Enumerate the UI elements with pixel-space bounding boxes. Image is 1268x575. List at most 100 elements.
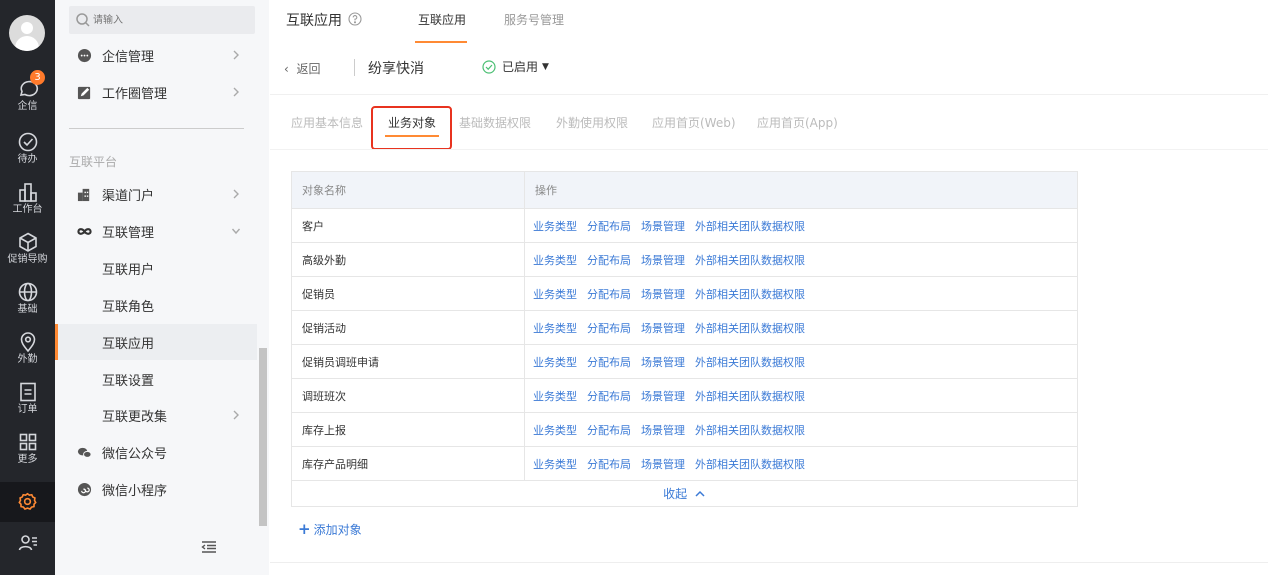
sidebar-item-interconnect-users[interactable]: 互联用户 xyxy=(55,250,257,286)
scene-management-link[interactable]: 场景管理 xyxy=(641,254,685,267)
rail-item-settings[interactable] xyxy=(0,482,55,522)
assign-layout-link[interactable]: 分配布局 xyxy=(587,322,631,335)
assign-layout-link[interactable]: 分配布局 xyxy=(587,458,631,471)
miniprogram-icon xyxy=(77,482,92,497)
business-type-link[interactable]: 业务类型 xyxy=(533,458,577,471)
external-team-data-permission-link[interactable]: 外部相关团队数据权限 xyxy=(695,424,805,437)
user-avatar[interactable] xyxy=(9,15,45,51)
assign-layout-link[interactable]: 分配布局 xyxy=(587,288,631,301)
back-button[interactable]: ‹ 返回 xyxy=(284,60,320,77)
scene-management-link[interactable]: 场景管理 xyxy=(641,424,685,437)
gear-icon xyxy=(18,492,37,510)
scene-management-link[interactable]: 场景管理 xyxy=(641,356,685,369)
status-dropdown[interactable]: 已启用 ▼ xyxy=(482,58,549,75)
tab-service-account[interactable]: 服务号管理 xyxy=(504,11,564,28)
rail-item-workbench[interactable]: 工作台 xyxy=(0,181,55,216)
rail-item-promotion[interactable]: 促销导购 xyxy=(0,231,55,266)
external-team-data-permission-link[interactable]: 外部相关团队数据权限 xyxy=(695,356,805,369)
external-team-data-permission-link[interactable]: 外部相关团队数据权限 xyxy=(695,254,805,267)
tab-interconnect-apps[interactable]: 互联应用 xyxy=(418,11,466,28)
scene-management-link[interactable]: 场景管理 xyxy=(641,288,685,301)
business-type-link[interactable]: 业务类型 xyxy=(533,390,577,403)
contacts-icon xyxy=(18,535,37,551)
rail-item-more[interactable]: 更多 xyxy=(0,431,55,466)
assign-layout-link[interactable]: 分配布局 xyxy=(587,220,631,233)
sidebar-item-label: 互联管理 xyxy=(102,226,155,241)
business-type-link[interactable]: 业务类型 xyxy=(533,288,577,301)
sidebar-item-channel-portal[interactable]: 渠道门户 xyxy=(55,176,257,212)
sidebar-item-interconnect-management[interactable]: 互联管理 xyxy=(55,213,257,249)
collapse-button[interactable]: 收起 xyxy=(291,480,1078,507)
subtab-basic-info[interactable]: 应用基本信息 xyxy=(291,114,363,131)
scene-management-link[interactable]: 场景管理 xyxy=(641,220,685,233)
rail-label: 促销导购 xyxy=(7,254,48,265)
external-team-data-permission-link[interactable]: 外部相关团队数据权限 xyxy=(695,220,805,233)
rail-item-contacts[interactable] xyxy=(0,532,55,554)
divider xyxy=(354,59,355,76)
assign-layout-link[interactable]: 分配布局 xyxy=(587,390,631,403)
scene-management-link[interactable]: 场景管理 xyxy=(641,458,685,471)
rail-item-todo[interactable]: 待办 xyxy=(0,131,55,166)
collapse-sidebar-icon[interactable] xyxy=(201,540,217,554)
object-name-cell: 高级外勤 xyxy=(291,242,525,277)
assign-layout-link[interactable]: 分配布局 xyxy=(587,356,631,369)
sidebar-item-label: 渠道门户 xyxy=(102,189,155,204)
subtab-web-home[interactable]: 应用首页(Web) xyxy=(652,114,736,131)
sidebar-item-label: 互联应用 xyxy=(102,337,155,352)
rail-item-field[interactable]: 外勤 xyxy=(0,331,55,366)
business-type-link[interactable]: 业务类型 xyxy=(533,322,577,335)
scene-management-link[interactable]: 场景管理 xyxy=(641,390,685,403)
divider xyxy=(270,562,1268,563)
subtab-app-home[interactable]: 应用首页(App) xyxy=(757,114,838,131)
business-type-link[interactable]: 业务类型 xyxy=(533,356,577,369)
business-type-link[interactable]: 业务类型 xyxy=(533,220,577,233)
business-type-link[interactable]: 业务类型 xyxy=(533,254,577,267)
rail-label: 更多 xyxy=(17,454,38,465)
object-name-cell: 客户 xyxy=(291,208,525,243)
help-icon[interactable] xyxy=(348,12,362,26)
scene-management-link[interactable]: 场景管理 xyxy=(641,322,685,335)
object-name-cell: 调班班次 xyxy=(291,378,525,413)
sidebar-item-label: 互联用户 xyxy=(102,263,155,278)
check-circle-icon xyxy=(18,132,37,152)
object-name-cell: 库存上报 xyxy=(291,412,525,447)
sidebar-item-interconnect-changesets[interactable]: 互联更改集 xyxy=(55,397,257,433)
rail-label: 待办 xyxy=(17,154,38,165)
chat-dots-icon xyxy=(77,48,92,63)
sidebar-item-enterprise-messaging[interactable]: 企信管理 xyxy=(55,37,257,73)
chevron-right-icon xyxy=(233,87,239,97)
sidebar-item-work-circle[interactable]: 工作圈管理 xyxy=(55,74,257,110)
operations-cell: 业务类型 分配布局 场景管理 外部相关团队数据权限 xyxy=(524,446,1078,481)
sidebar-item-label: 企信管理 xyxy=(102,50,155,65)
subtab-basic-data-permissions[interactable]: 基础数据权限 xyxy=(459,114,531,131)
sidebar-item-label: 互联设置 xyxy=(102,374,155,389)
table-row: 库存产品明细 业务类型 分配布局 场景管理 外部相关团队数据权限 xyxy=(291,446,1078,481)
sidebar-item-wechat-official[interactable]: 微信公众号 xyxy=(55,434,257,470)
assign-layout-link[interactable]: 分配布局 xyxy=(587,254,631,267)
search-input[interactable] xyxy=(93,10,243,30)
rail-item-basic[interactable]: 基础 xyxy=(0,281,55,316)
sidebar-item-wechat-miniprogram[interactable]: 微信小程序 xyxy=(55,471,257,507)
assign-layout-link[interactable]: 分配布局 xyxy=(587,424,631,437)
table-row: 调班班次 业务类型 分配布局 场景管理 外部相关团队数据权限 xyxy=(291,378,1078,413)
business-type-link[interactable]: 业务类型 xyxy=(533,424,577,437)
sidebar-item-interconnect-roles[interactable]: 互联角色 xyxy=(55,287,257,323)
operations-cell: 业务类型 分配布局 场景管理 外部相关团队数据权限 xyxy=(524,412,1078,447)
chevron-right-icon xyxy=(233,50,239,60)
external-team-data-permission-link[interactable]: 外部相关团队数据权限 xyxy=(695,458,805,471)
sidebar-item-interconnect-apps[interactable]: 互联应用 xyxy=(55,324,257,360)
sidebar-item-interconnect-settings[interactable]: 互联设置 xyxy=(55,361,257,397)
subtab-field-permissions[interactable]: 外勤使用权限 xyxy=(556,114,628,131)
sidebar-scrollbar[interactable] xyxy=(259,348,267,526)
chevron-left-icon: ‹ xyxy=(284,62,297,76)
grid-icon xyxy=(19,433,36,451)
add-object-button[interactable]: + 添加对象 xyxy=(298,520,362,538)
rail-item-orders[interactable]: 订单 xyxy=(0,381,55,416)
external-team-data-permission-link[interactable]: 外部相关团队数据权限 xyxy=(695,288,805,301)
chevron-right-icon xyxy=(233,189,239,199)
external-team-data-permission-link[interactable]: 外部相关团队数据权限 xyxy=(695,390,805,403)
rail-item-messages[interactable]: 3 企信 xyxy=(0,70,55,113)
operations-cell: 业务类型 分配布局 场景管理 外部相关团队数据权限 xyxy=(524,276,1078,311)
external-team-data-permission-link[interactable]: 外部相关团队数据权限 xyxy=(695,322,805,335)
sidebar-item-label: 互联角色 xyxy=(102,300,155,315)
